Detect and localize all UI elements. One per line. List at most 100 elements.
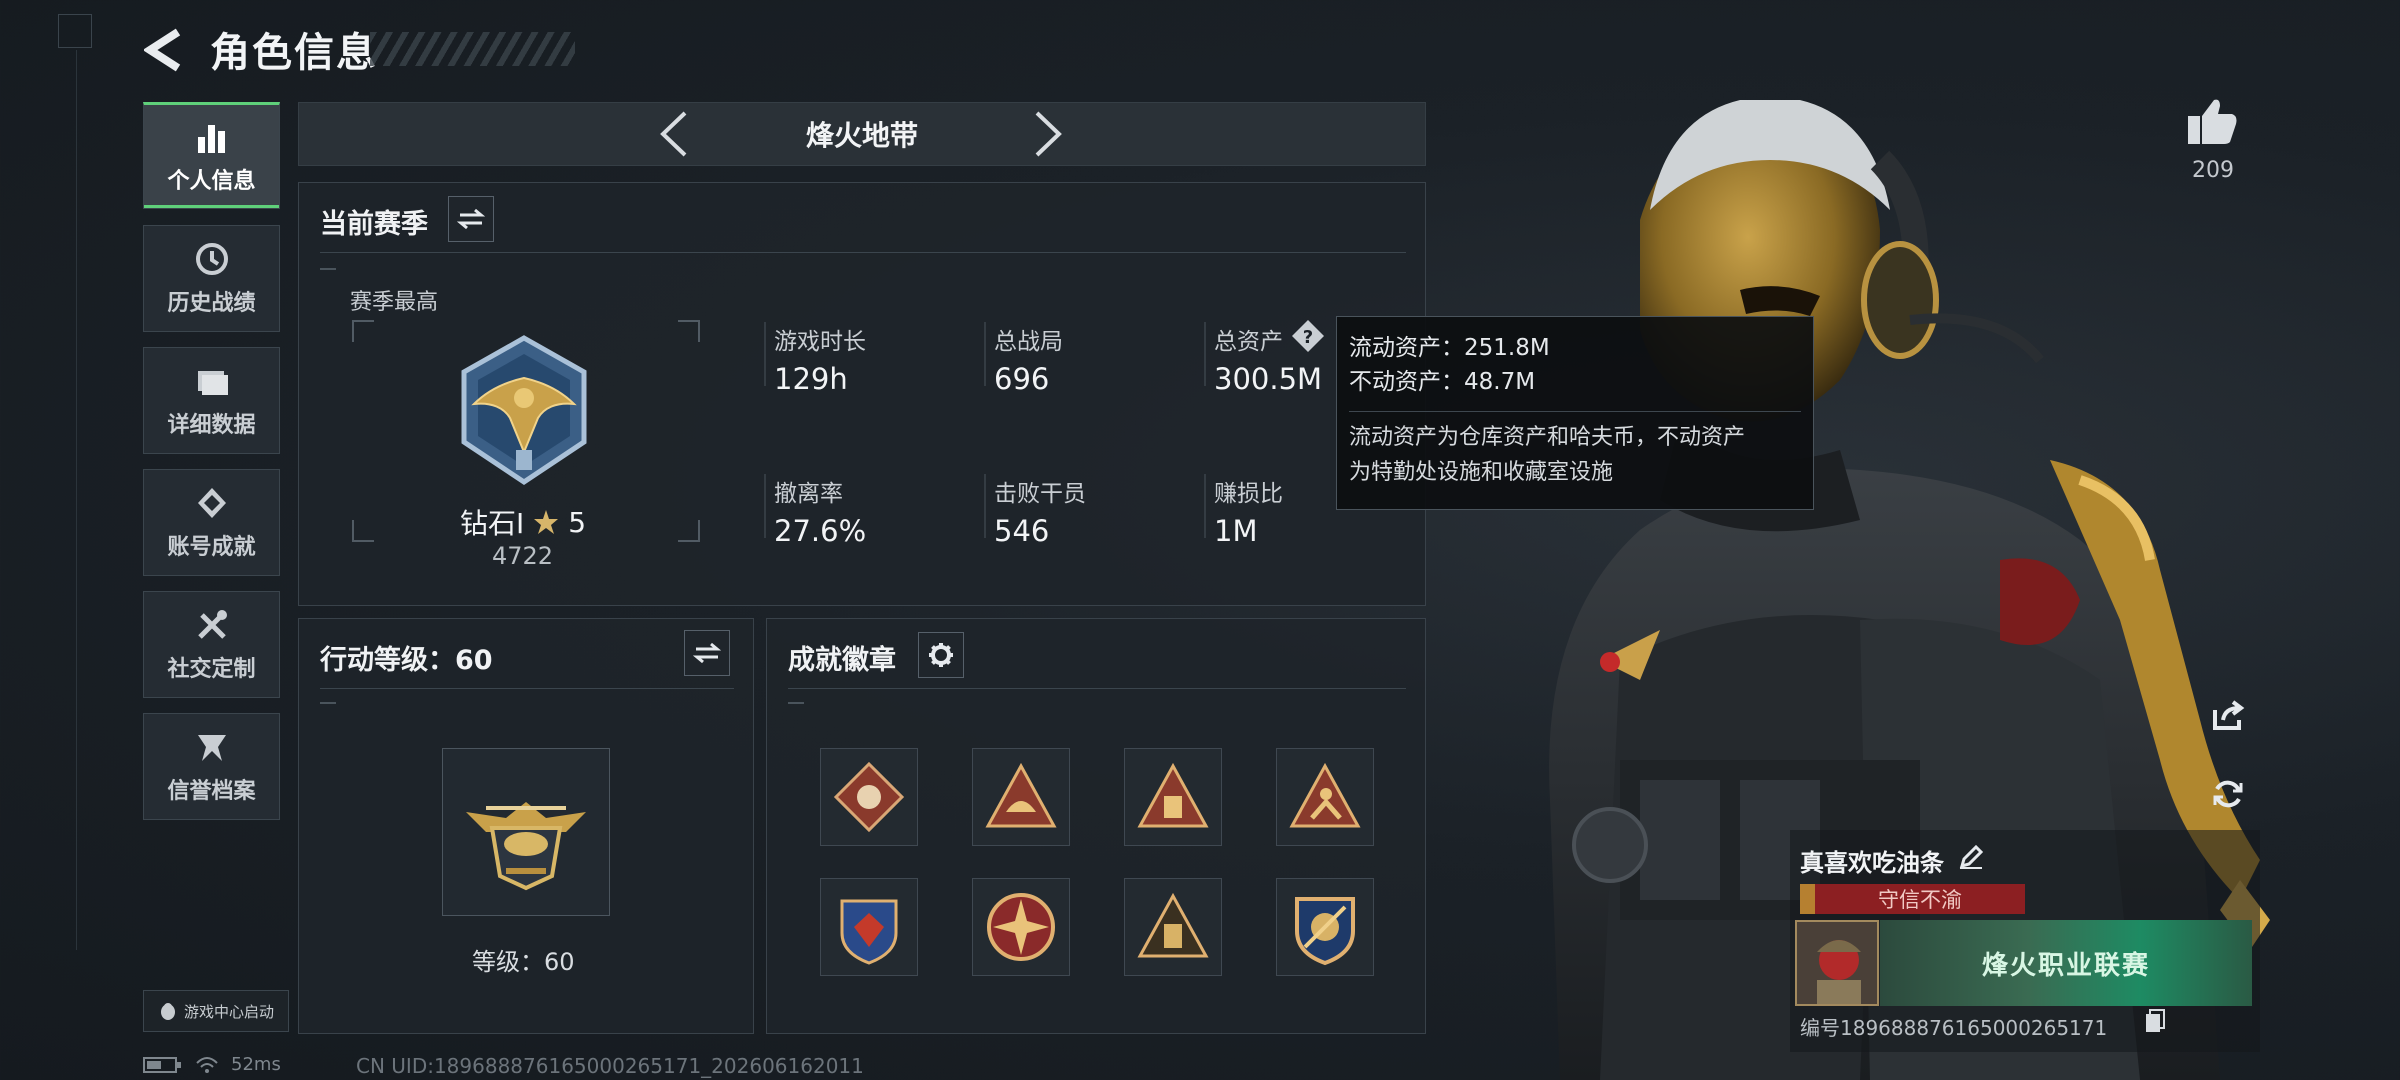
star-icon: [534, 510, 559, 534]
asset-info-button[interactable]: ?: [1290, 318, 1326, 358]
sidebar-item-label: 详细数据: [167, 412, 256, 438]
stat-separator: [1204, 322, 1206, 386]
stat-separator: [984, 474, 986, 538]
divider: [320, 268, 336, 270]
folder-icon: [197, 370, 228, 395]
sidebar-item-detailed-data[interactable]: 详细数据: [143, 347, 280, 454]
divider: [320, 688, 734, 689]
like-button[interactable]: [2186, 96, 2238, 150]
rank-points: 4722: [492, 542, 554, 570]
decor-line: [76, 50, 77, 950]
status-bar: 52ms: [143, 1054, 281, 1075]
asset-description-line: 流动资产为仓库资产和哈夫币，不动资产: [1349, 425, 1746, 450]
back-arrow-icon: [144, 28, 181, 72]
wolf-badge-icon: [833, 761, 905, 833]
season-title: 当前赛季: [320, 209, 428, 240]
stat-value: 696: [994, 362, 1050, 396]
stat-label: 赚损比: [1214, 481, 1283, 507]
compass-star-badge-icon: [987, 893, 1055, 961]
shield-triangle-badge-icon: [985, 762, 1057, 828]
gear-icon: [929, 643, 953, 667]
sidebar-item-label: 社交定制: [167, 656, 256, 682]
title-decoration: [370, 32, 575, 66]
divider: [320, 702, 336, 704]
launch-label: 游戏中心启动: [183, 1002, 274, 1021]
mode-prev-button[interactable]: [650, 110, 698, 158]
banner-text: 烽火职业联赛: [1981, 950, 2150, 981]
badge-slot[interactable]: [972, 748, 1070, 846]
sidebar-item-label: 历史战绩: [167, 290, 256, 316]
mode-next-button[interactable]: [1024, 110, 1072, 158]
action-switch-button[interactable]: [684, 630, 730, 676]
divider: [788, 702, 804, 704]
swap-icon: [457, 208, 485, 230]
badge-slot[interactable]: [1276, 748, 1374, 846]
action-level-label: 等级：60: [472, 948, 575, 976]
sidebar-item-social[interactable]: 社交定制: [143, 591, 280, 698]
sidebar-item-history[interactable]: 历史战绩: [143, 225, 280, 332]
frame-corner: [352, 320, 374, 342]
game-center-launch[interactable]: 游戏中心启动: [143, 990, 289, 1032]
stat-value: 1M: [1214, 514, 1258, 548]
avatar-image: [1797, 922, 1877, 1004]
like-count: 209: [2192, 158, 2234, 183]
sidebar-item-credit[interactable]: 信誉档案: [143, 713, 280, 820]
badge-slot[interactable]: [820, 878, 918, 976]
asset-description-line: 为特勤处设施和收藏室设施: [1349, 460, 1614, 485]
honor-title: 守信不渝: [1815, 884, 2025, 914]
back-button[interactable]: [140, 22, 188, 78]
edit-pencil-icon: [1959, 844, 1984, 869]
action-level-emblem: [442, 748, 610, 916]
badge-slot[interactable]: [972, 878, 1070, 976]
share-icon: [2213, 700, 2245, 730]
frame-corner: [678, 520, 700, 542]
stat-label: 撤离率: [774, 481, 843, 507]
stat-separator: [1204, 474, 1206, 538]
asset-tooltip: 流动资产：251.8M 不动资产：48.7M 流动资产为仓库资产和哈夫币，不动资…: [1336, 316, 1814, 510]
cn-uid: CN UID:18968887616500026517​1_2026061620…: [356, 1054, 864, 1078]
runner-triangle-badge-icon: [1289, 762, 1361, 828]
stat-value: 27.6%: [774, 514, 867, 548]
svg-text:?: ?: [1303, 327, 1313, 348]
chevron-right-icon: [1035, 111, 1062, 157]
stat-label: 击败干员: [994, 481, 1086, 507]
diamond-rank-emblem-icon: [461, 335, 587, 486]
clock-history-icon: [195, 242, 228, 275]
sidebar-item-label: 信誉档案: [167, 778, 256, 804]
season-switch-button[interactable]: [448, 196, 494, 242]
stat-separator: [984, 322, 986, 386]
refresh-button[interactable]: [2206, 772, 2250, 816]
sidebar-item-achievements[interactable]: 账号成就: [143, 469, 280, 576]
stat-value: 300.5M: [1214, 362, 1323, 396]
sidebar-item-personal-info[interactable]: 个人信息: [143, 102, 280, 209]
liquid-assets-line: 流动资产：251.8M: [1349, 335, 1550, 361]
thumbs-up-icon: [2188, 99, 2237, 144]
badge-slot[interactable]: [1276, 878, 1374, 976]
copy-id-button[interactable]: [2144, 1008, 2166, 1038]
document-triangle-badge-icon: [1137, 892, 1209, 958]
badge-slot[interactable]: [1124, 878, 1222, 976]
frame-corner: [352, 520, 374, 542]
rank-emblem: [444, 332, 604, 496]
page-title: 角色信息: [210, 30, 378, 76]
stat-separator: [764, 474, 766, 538]
share-button[interactable]: [2206, 694, 2250, 738]
edit-name-button[interactable]: [1958, 844, 1984, 874]
achievement-icon: [197, 487, 226, 518]
divider: [320, 252, 1406, 253]
rank-stars: 5: [568, 505, 587, 539]
badge-slot[interactable]: [820, 748, 918, 846]
help-icon: ?: [1292, 320, 1324, 352]
wifi-icon: [196, 1056, 218, 1073]
avatar[interactable]: [1795, 920, 1879, 1006]
fixed-assets-line: 不动资产：48.7M: [1349, 369, 1536, 395]
badges-title: 成就徽章: [788, 645, 896, 676]
badge-slot[interactable]: [1124, 748, 1222, 846]
action-level-title: 行动等级：60: [320, 645, 493, 676]
stat-value: 129h: [774, 362, 848, 396]
tools-icon: [197, 609, 227, 639]
mode-selector: 烽火地带: [298, 102, 1426, 166]
gold-shield-badge-icon: [1295, 897, 1355, 966]
star-shield-badge-icon: [840, 899, 898, 965]
badges-settings-button[interactable]: [918, 632, 964, 678]
